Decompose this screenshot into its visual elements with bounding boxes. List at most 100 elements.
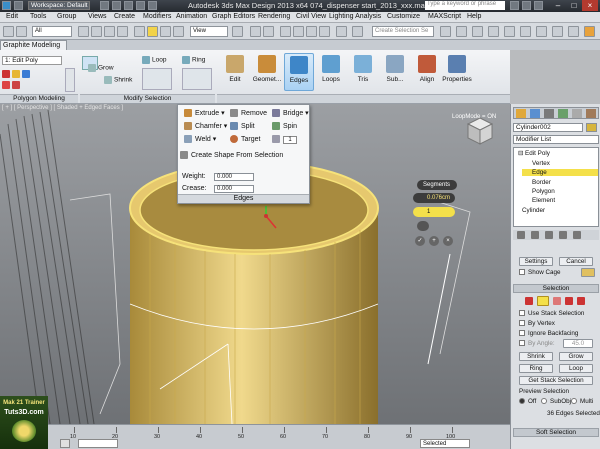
timeline[interactable]: 10 20 30 40 50 60 70 80 90 100 Selected — [0, 424, 510, 449]
ring-selection-button[interactable]: Ring — [519, 364, 553, 373]
motion-tab-icon[interactable] — [558, 109, 568, 118]
object-color-swatch[interactable] — [586, 123, 597, 132]
material-editor-icon[interactable] — [520, 26, 531, 37]
quick-access-icon[interactable] — [14, 1, 23, 10]
use-stack-selection-checkbox[interactable]: Use Stack Selection — [519, 310, 584, 317]
snaps-toggle-icon[interactable] — [280, 26, 291, 37]
move-icon[interactable] — [134, 26, 145, 37]
crease-spinner[interactable]: 0.000 — [214, 185, 254, 193]
object-name-field[interactable]: Cylinder002 — [513, 123, 583, 132]
shrink-button[interactable]: Shrink — [114, 77, 132, 84]
key-icon[interactable] — [60, 439, 70, 448]
get-stack-selection-button[interactable]: Get Stack Selection — [519, 376, 593, 385]
preview-off-radio[interactable]: Off — [519, 398, 536, 405]
align-button[interactable]: Align — [412, 53, 442, 91]
create-shape-button[interactable]: Create Shape From Selection — [180, 151, 283, 159]
undo-icon[interactable] — [136, 1, 145, 10]
new-file-icon[interactable] — [100, 1, 109, 10]
stack-item-element[interactable]: Element — [532, 197, 555, 204]
loops-button[interactable]: Loops — [316, 53, 346, 91]
named-selection-sets-dropdown[interactable]: Create Selection Se — [372, 26, 434, 37]
loop-options-icon[interactable] — [142, 68, 172, 90]
polygon-mode-icon[interactable] — [2, 81, 10, 89]
show-cage-checkbox[interactable]: Show Cage — [519, 269, 561, 276]
open-file-icon[interactable] — [112, 1, 121, 10]
selected-keys-dropdown[interactable]: Selected — [420, 439, 470, 448]
spin-button[interactable]: Spin — [272, 122, 297, 130]
soft-selection-rollout[interactable]: Soft Selection — [513, 428, 599, 437]
caddy-cancel-icon[interactable]: × — [443, 236, 453, 246]
status-field[interactable] — [78, 439, 118, 448]
selection-filter-dropdown[interactable]: All — [32, 26, 72, 37]
undo-icon[interactable] — [3, 26, 14, 37]
rotate-icon[interactable] — [147, 26, 158, 37]
caddy-ok-icon[interactable]: ✓ — [415, 236, 425, 246]
maximize-button[interactable]: □ — [566, 0, 582, 11]
time-ruler[interactable]: 10 20 30 40 50 60 70 80 90 100 — [52, 425, 508, 440]
schematic-view-icon[interactable] — [504, 26, 515, 37]
display-tab-icon[interactable] — [572, 109, 582, 118]
layer-manager-icon[interactable] — [456, 26, 467, 37]
angle-snap-icon[interactable] — [293, 26, 304, 37]
stack-item-edit-poly[interactable]: ⊟ Edit Poly — [518, 150, 550, 157]
app-logo-icon[interactable] — [2, 1, 11, 10]
shrink-selection-button[interactable]: Shrink — [519, 352, 553, 361]
rect-selection-icon[interactable] — [104, 26, 115, 37]
pivot-center-icon[interactable] — [232, 26, 243, 37]
border-subobject-icon[interactable] — [553, 297, 561, 305]
grow-button[interactable]: Grow — [98, 65, 114, 72]
caddy-value-1[interactable]: 0.076cm — [413, 193, 455, 203]
tris-button[interactable]: Tris — [348, 53, 378, 91]
search-icon[interactable] — [510, 1, 519, 10]
menu-graph-editors[interactable]: Graph Editors — [212, 13, 255, 20]
viewport-label[interactable]: [ + ] [ Perspective ] [ Shaded + Edged F… — [2, 105, 123, 111]
stack-item-polygon[interactable]: Polygon — [532, 188, 555, 195]
stack-item-vertex[interactable]: Vertex — [532, 160, 550, 167]
select-object-icon[interactable] — [78, 26, 89, 37]
redo-icon[interactable] — [16, 26, 27, 37]
menu-help[interactable]: Help — [467, 13, 481, 20]
cancel-button[interactable]: Cancel — [559, 257, 593, 266]
viewcube-icon[interactable] — [466, 117, 494, 145]
window-crossing-icon[interactable] — [117, 26, 128, 37]
polygon-modeling-label[interactable]: Polygon Modeling — [0, 94, 78, 103]
menu-tools[interactable]: Tools — [30, 13, 46, 20]
configure-sets-icon[interactable] — [573, 231, 581, 239]
minimize-button[interactable]: – — [550, 0, 566, 11]
ignore-backfacing-checkbox[interactable]: Ignore Backfacing — [519, 330, 578, 337]
menu-rendering[interactable]: Rendering — [258, 13, 290, 20]
hierarchy-tab-icon[interactable] — [544, 109, 554, 118]
select-by-name-icon[interactable] — [91, 26, 102, 37]
scale-type-icon[interactable] — [173, 26, 184, 37]
vertex-subobject-icon[interactable] — [525, 297, 533, 305]
cage-color-swatch[interactable] — [581, 268, 595, 277]
by-angle-checkbox[interactable]: By Angle: — [519, 340, 555, 347]
workspace-dropdown[interactable]: Workspace: Default — [28, 1, 90, 10]
edge-mode-icon[interactable] — [12, 70, 20, 78]
weld-button[interactable]: Weld ▾ — [184, 135, 216, 144]
properties-button[interactable]: Properties — [440, 53, 474, 91]
chamfer-button[interactable]: Chamfer ▾ — [184, 122, 227, 131]
graphite-toggle-icon[interactable] — [472, 26, 483, 37]
element-mode-icon[interactable] — [12, 81, 20, 89]
polygon-subobject-icon[interactable] — [565, 297, 573, 305]
rendered-frame-icon[interactable] — [552, 26, 563, 37]
menu-modifiers[interactable]: Modifiers — [143, 13, 171, 20]
menu-create[interactable]: Create — [114, 13, 135, 20]
by-angle-spinner[interactable]: 45.0 — [563, 339, 593, 348]
reference-coordinate-dropdown[interactable]: View — [190, 26, 228, 37]
select-manipulate-icon[interactable] — [250, 26, 261, 37]
render-production-icon[interactable] — [568, 26, 579, 37]
save-file-icon[interactable] — [124, 1, 133, 10]
stack-item-edge[interactable]: Edge — [522, 169, 598, 176]
extrude-button[interactable]: Extrude ▾ — [184, 109, 225, 118]
menu-views[interactable]: Views — [88, 13, 107, 20]
target-weld-button[interactable]: Target — [230, 135, 260, 143]
ring-button[interactable]: Ring — [192, 57, 205, 64]
spinner-snap-icon[interactable] — [319, 26, 330, 37]
preview-subobj-radio[interactable]: SubObj — [541, 398, 571, 405]
search-input[interactable]: Type a keyword or phrase — [425, 1, 505, 10]
tab-graphite-modeling[interactable]: Graphite Modeling — [0, 40, 68, 50]
help-icon[interactable] — [534, 1, 543, 10]
geometry-button[interactable]: Geomet... — [252, 53, 282, 91]
